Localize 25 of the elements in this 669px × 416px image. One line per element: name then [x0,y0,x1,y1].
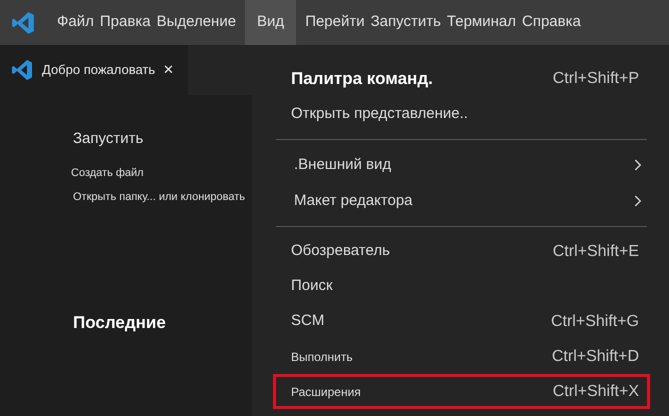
logo-icon [10,58,34,82]
menu-bar-item[interactable]: Терминал [444,0,519,45]
menu-item[interactable]: .Внешний вид [276,147,647,183]
logo-icon [10,10,36,36]
recent-heading: Последние [73,312,167,334]
menu-item[interactable]: Выполнить Ctrl+Shift+D [273,339,650,374]
menu-item[interactable]: Расширения Ctrl+Shift+X [273,374,650,409]
menu-bar-item[interactable]: Выделение [154,0,240,45]
menu-item[interactable]: Палитра команд. Ctrl+Shift+P [273,61,650,97]
new-file-link[interactable]: Создать файл [71,164,252,181]
menu-bar-item[interactable]: Вид [245,0,296,45]
menu-item[interactable]: Поиск [273,269,650,304]
menu-item[interactable]: Макет редактора [276,183,647,219]
open-folder-link[interactable]: Открыть папку... или клонировать [73,189,252,206]
menu-item[interactable]: Открыть представление.. [273,97,650,132]
close-button[interactable]: ✕ [163,60,174,80]
menu-bar-item[interactable]: Правка [96,0,154,45]
start-heading: Запустить [73,129,144,149]
menu-bar-item[interactable]: Запустить [368,0,444,45]
menu-item[interactable]: Обозреватель Ctrl+Shift+E [273,234,650,269]
menu-item[interactable]: SCM Ctrl+Shift+G [273,304,650,339]
tab-title: Добро пожаловать [42,61,156,80]
menu-bar-item[interactable]: Файл [54,0,97,45]
menu-bar-item[interactable]: Перейти [302,0,368,45]
menu-bar-item[interactable]: Справка [519,0,584,45]
